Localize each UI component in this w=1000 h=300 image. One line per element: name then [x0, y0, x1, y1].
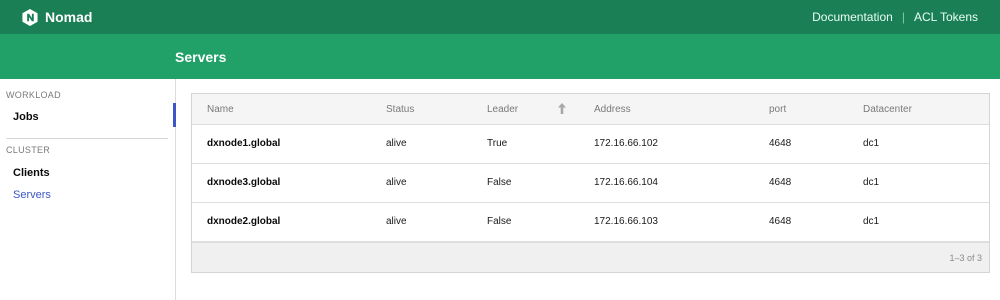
server-status: alive [386, 138, 407, 149]
acl-tokens-link[interactable]: ACL Tokens [914, 10, 978, 24]
documentation-link[interactable]: Documentation [812, 10, 893, 24]
sidebar-item-clients[interactable]: Clients [13, 167, 50, 179]
table-footer: 1–3 of 3 [192, 242, 989, 272]
sidebar-active-indicator [173, 103, 176, 127]
server-leader: False [487, 216, 512, 227]
server-name[interactable]: dxnode1.global [207, 138, 280, 149]
brand-home-link[interactable]: Nomad [22, 8, 93, 26]
server-datacenter: dc1 [863, 177, 880, 188]
top-links: Documentation | ACL Tokens [812, 10, 978, 24]
server-datacenter: dc1 [863, 138, 880, 149]
server-port: 4648 [769, 177, 792, 188]
sidebar-section-cluster: CLUSTER [6, 145, 51, 155]
sidebar: WORKLOAD Jobs CLUSTER Clients Servers [0, 79, 176, 300]
column-header-port[interactable]: port [769, 104, 786, 115]
nomad-logo-icon [22, 8, 38, 26]
table-row[interactable]: dxnode2.global alive False 172.16.66.103… [192, 203, 989, 242]
brand-name: Nomad [45, 9, 93, 25]
sidebar-item-servers[interactable]: Servers [13, 189, 51, 201]
server-datacenter: dc1 [863, 216, 880, 227]
sidebar-divider [6, 138, 168, 139]
column-header-datacenter[interactable]: Datacenter [863, 104, 912, 115]
server-address: 172.16.66.104 [594, 177, 658, 188]
server-leader: False [487, 177, 512, 188]
sidebar-section-workload: WORKLOAD [6, 90, 61, 100]
server-status: alive [386, 177, 407, 188]
server-port: 4648 [769, 138, 792, 149]
server-address: 172.16.66.103 [594, 216, 658, 227]
column-header-leader[interactable]: Leader [487, 104, 518, 115]
column-header-address[interactable]: Address [594, 104, 631, 115]
server-name[interactable]: dxnode2.global [207, 216, 280, 227]
page-header [0, 34, 1000, 79]
link-separator: | [901, 10, 905, 24]
table-row[interactable]: dxnode1.global alive True 172.16.66.102 … [192, 125, 989, 164]
server-port: 4648 [769, 216, 792, 227]
server-status: alive [386, 216, 407, 227]
table-row[interactable]: dxnode3.global alive False 172.16.66.104… [192, 164, 989, 203]
page-title: Servers [175, 49, 227, 65]
column-header-status[interactable]: Status [386, 104, 414, 115]
sort-ascending-icon[interactable] [558, 103, 566, 114]
server-name[interactable]: dxnode3.global [207, 177, 280, 188]
sidebar-item-jobs[interactable]: Jobs [13, 111, 39, 123]
server-leader: True [487, 138, 508, 149]
pagination-info: 1–3 of 3 [949, 253, 982, 263]
column-header-name[interactable]: Name [207, 104, 234, 115]
top-navbar: Nomad Documentation | ACL Tokens [0, 0, 1000, 34]
table-header: Name Status Leader Address port Datacent… [192, 94, 989, 125]
servers-table: Name Status Leader Address port Datacent… [191, 93, 990, 273]
server-address: 172.16.66.102 [594, 138, 658, 149]
